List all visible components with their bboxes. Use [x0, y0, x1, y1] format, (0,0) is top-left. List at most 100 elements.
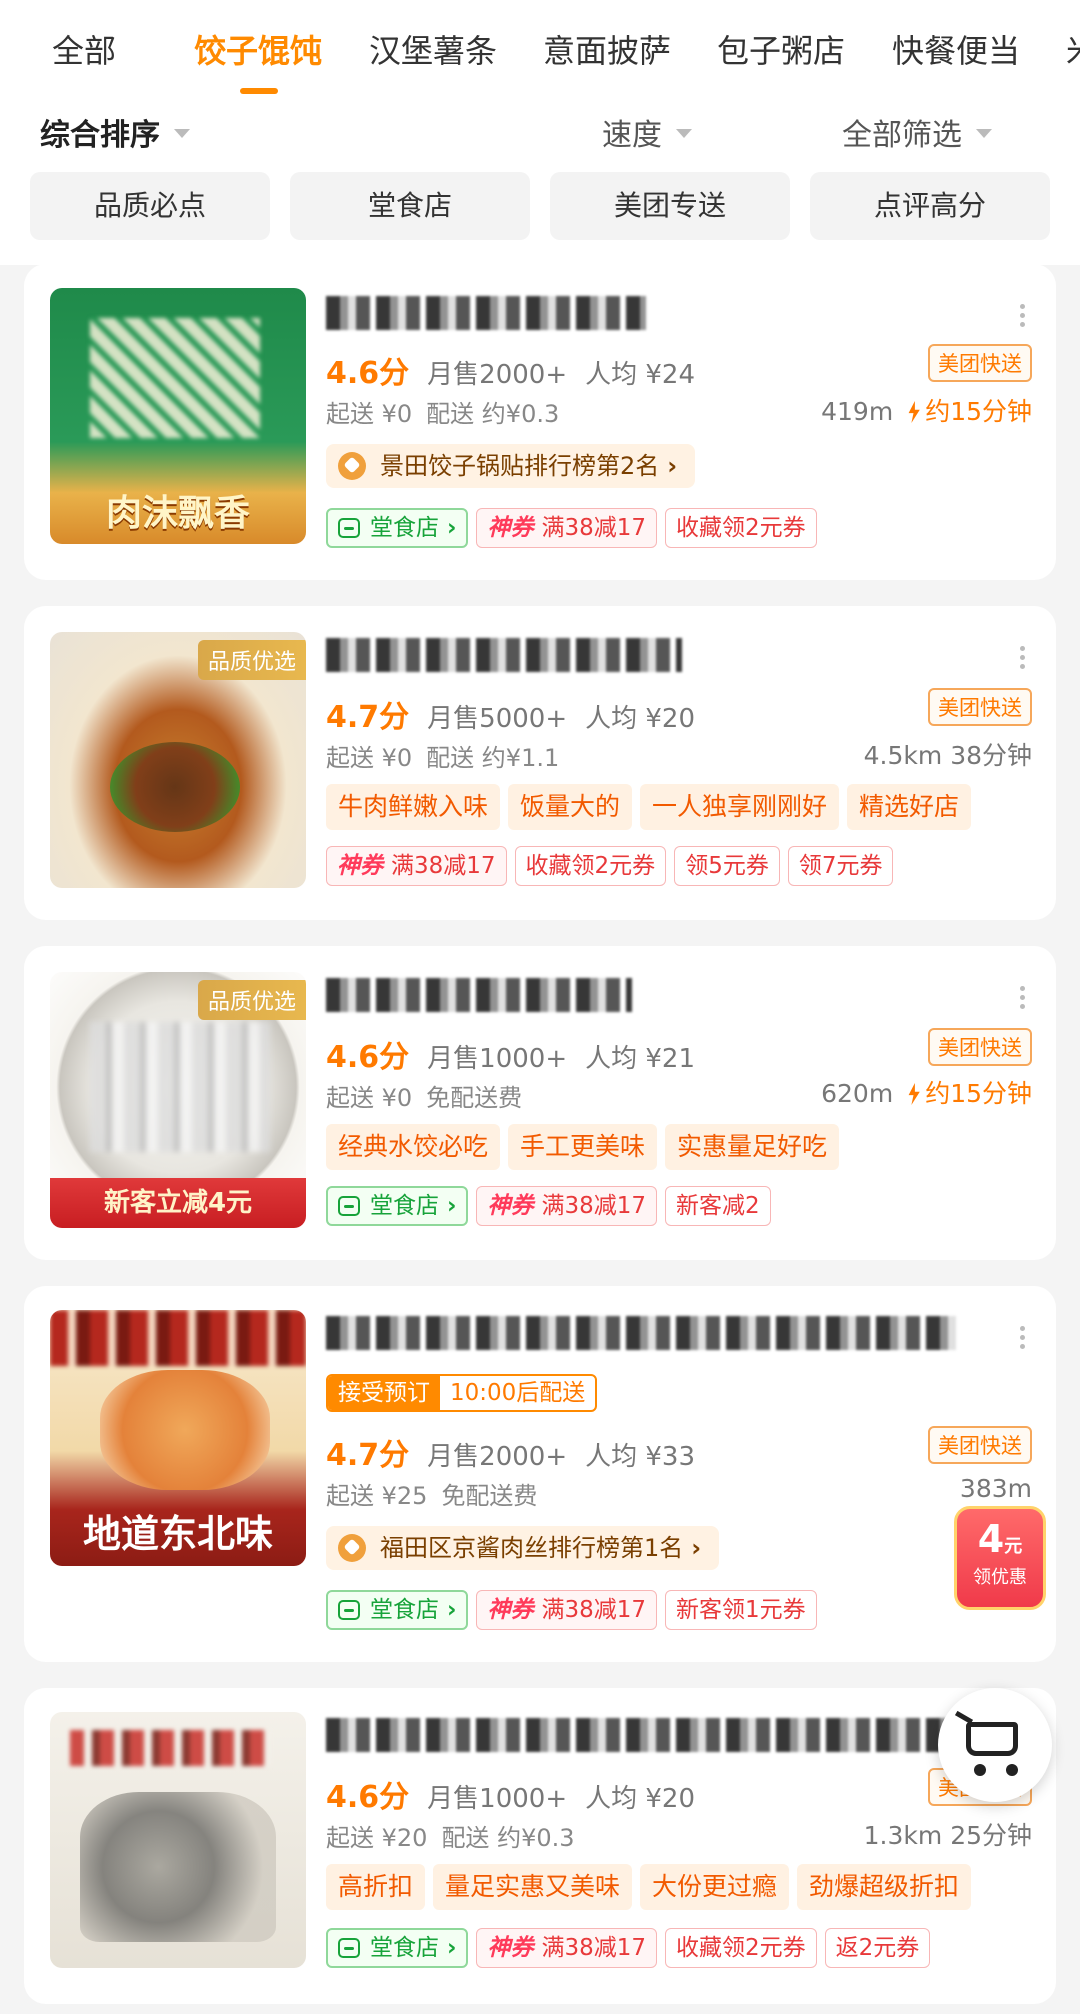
feature-tag: 一人独享刚刚好 — [640, 784, 840, 830]
dine-in-tag[interactable]: 堂食店 › — [326, 508, 469, 548]
store-card[interactable]: 品质优选 新客立减4元 4.6分 月售1000+ 人均 ¥21 美团快送 起送 ¥0… — [24, 946, 1056, 1260]
more-options-icon[interactable] — [1020, 304, 1026, 330]
monthly-sales: 月售1000+ — [427, 1044, 568, 1074]
coupon-tag[interactable]: 领7元券 — [787, 846, 894, 886]
distance-eta: 4.5km 38分钟 — [864, 736, 1032, 772]
tab-burgers[interactable]: 汉堡薯条 — [369, 26, 497, 72]
coupon-tag[interactable]: 新客领1元券 — [665, 1590, 817, 1630]
coupon-tag[interactable]: 领5元券 — [674, 846, 780, 886]
delivery-badge: 美团快送 — [928, 1426, 1032, 1464]
more-options-icon[interactable] — [1020, 646, 1026, 672]
more-options-icon[interactable] — [1020, 986, 1026, 1012]
min-order: 起送 ¥0 — [326, 744, 413, 772]
monthly-sales: 月售5000+ — [427, 704, 568, 734]
coupon-label: 神券 — [487, 1597, 534, 1623]
coupon-tag[interactable]: 返2元券 — [824, 1928, 931, 1968]
chevron-right-icon: › — [447, 515, 457, 541]
coupon-tag[interactable]: 收藏领2元券 — [665, 1928, 817, 1968]
dine-in-label: 堂食店 — [370, 1935, 439, 1961]
rating: 4.6分 — [326, 1780, 410, 1815]
super-coupon-tag[interactable]: 神券 满38减17 — [476, 508, 658, 548]
header: 全部 饺子馄饨 汉堡薯条 意面披萨 包子粥店 快餐便当 米 综合排序 速度 全部… — [0, 0, 1080, 265]
pixelated-dumplings — [90, 1022, 270, 1152]
rating-row: 4.7分 月售5000+ 人均 ¥20 — [326, 692, 695, 736]
dine-in-tag[interactable]: 堂食店 › — [326, 1590, 469, 1630]
cart-button[interactable] — [938, 1688, 1052, 1802]
feature-tag: 经典水饺必吃 — [326, 1124, 501, 1170]
tab-buns-porridge[interactable]: 包子粥店 — [717, 26, 845, 72]
dine-in-tag[interactable]: 堂食店 › — [326, 1186, 469, 1226]
tags-row: 神券 满38减17 收藏领2元券 领5元券 领7元券 — [326, 846, 901, 886]
pixelated-banner — [50, 1310, 306, 1366]
sort-speed-label: 速度 — [602, 118, 662, 153]
tab-rice[interactable]: 米 — [1066, 26, 1080, 72]
coupon-tag[interactable]: 收藏领2元券 — [665, 508, 817, 548]
distance: 419m — [821, 397, 894, 426]
cart-wheel-icon — [1006, 1764, 1018, 1776]
store-image: 肉沫飘香 — [50, 288, 306, 544]
tab-pasta-pizza[interactable]: 意面披萨 — [543, 26, 671, 72]
tab-all[interactable]: 全部 — [52, 26, 116, 72]
store-card[interactable]: 肉沫飘香 4.6分 月售2000+ 人均 ¥24 美团快送 起送 ¥0 配送 约¥0.… — [24, 264, 1056, 580]
tags-row: 堂食店 › 神券 满38减17 新客减2 — [326, 1186, 779, 1226]
super-coupon-tag[interactable]: 神券 满38减17 — [476, 1590, 658, 1630]
tags-row: 堂食店 › 神券 满38减17 收藏领2元券 — [326, 508, 825, 548]
delivery-badge: 美团快送 — [928, 688, 1032, 726]
tab-dumplings[interactable]: 饺子馄饨 — [194, 26, 322, 72]
medal-icon — [338, 1534, 366, 1562]
active-tab-indicator — [240, 88, 278, 94]
rating-row: 4.6分 月售2000+ 人均 ¥24 — [326, 348, 695, 392]
super-coupon-tag[interactable]: 神券 满38减17 — [476, 1928, 658, 1968]
distance: 383m — [959, 1474, 1032, 1503]
store-card[interactable]: 地道东北味 接受预订 10:00后配送 4.7分 月售2000+ 人均 ¥33 美团快… — [24, 1286, 1056, 1662]
filter-all[interactable]: 全部筛选 — [842, 110, 992, 154]
coupon-tag[interactable]: 收藏领2元券 — [514, 846, 667, 886]
store-name-blurred — [326, 296, 966, 336]
feature-tag: 饭量大的 — [508, 784, 633, 830]
coupon-label: 神券 — [487, 1935, 534, 1961]
super-coupon-tag[interactable]: 神券 满38减17 — [476, 1186, 658, 1226]
tab-fast-food[interactable]: 快餐便当 — [892, 26, 1020, 72]
ranking-pill[interactable]: 景田饺子锅贴排行榜第2名 › — [326, 444, 696, 488]
ranking-pill[interactable]: 福田区京酱肉丝排行榜第1名 › — [326, 1526, 720, 1570]
tags-row: 堂食店 › 神券 满38减17 新客领1元券 — [326, 1590, 825, 1630]
distance-eta: 1.3km 25分钟 — [864, 1816, 1032, 1852]
monthly-sales: 月售2000+ — [427, 1442, 568, 1472]
feature-tag: 劲爆超级折扣 — [797, 1864, 972, 1910]
quick-filter-top-rated[interactable]: 点评高分 — [810, 172, 1050, 240]
store-card[interactable]: 4.6分月售1000+人均 ¥20 美团快送 起送 ¥20配送 约¥0.3 1.… — [24, 1688, 1056, 2004]
rating: 4.7分 — [326, 1438, 410, 1473]
sort-composite[interactable]: 综合排序 — [40, 110, 190, 154]
sort-composite-label: 综合排序 — [40, 118, 160, 153]
feature-tag: 牛肉鲜嫩入味 — [326, 784, 501, 830]
store-card[interactable]: 品质优选 4.7分 月售5000+ 人均 ¥20 美团快送 起送 ¥0 配送 约¥1.… — [24, 606, 1056, 920]
quick-filter-meituan-delivery[interactable]: 美团专送 — [550, 172, 790, 240]
more-options-icon[interactable] — [1020, 1326, 1026, 1352]
chevron-right-icon: › — [447, 1597, 457, 1623]
delivery-badge: 美团快送 — [928, 344, 1032, 382]
dine-in-tag[interactable]: 堂食店 › — [326, 1928, 469, 1968]
quick-filters: 品质必点 堂食店 美团专送 点评高分 — [0, 172, 1080, 242]
super-coupon-tag[interactable]: 神券 满38减17 — [326, 846, 507, 886]
distance: 620m — [821, 1079, 894, 1108]
min-order: 起送 ¥0 — [326, 400, 413, 428]
floating-coupon-button[interactable]: 4元 领优惠 — [954, 1506, 1046, 1610]
quick-filter-quality[interactable]: 品质必点 — [30, 172, 270, 240]
delivery-fee: 配送 约¥0.3 — [426, 400, 560, 428]
coupon-value: 满38减17 — [541, 1193, 647, 1219]
eta: 约15分钟 — [925, 1079, 1032, 1108]
pixelated-banner — [70, 1730, 270, 1766]
quality-badge: 品质优选 — [197, 640, 306, 680]
category-tabs: 全部 饺子馄饨 汉堡薯条 意面披萨 包子粥店 快餐便当 米 — [0, 0, 1080, 100]
quick-filter-dine-in[interactable]: 堂食店 — [290, 172, 530, 240]
preorder-badge: 接受预订 10:00后配送 — [326, 1374, 598, 1412]
pixelated-logo — [90, 318, 260, 438]
dine-in-label: 堂食店 — [370, 1597, 439, 1623]
coupon-label: 神券 — [487, 515, 534, 541]
store-icon — [338, 1938, 360, 1958]
coupon-tag[interactable]: 新客减2 — [665, 1186, 771, 1226]
quality-badge: 品质优选 — [197, 980, 306, 1020]
cart-icon — [966, 1722, 1018, 1756]
delivery-fee: 配送 约¥0.3 — [441, 1824, 575, 1852]
sort-speed[interactable]: 速度 — [602, 110, 692, 154]
